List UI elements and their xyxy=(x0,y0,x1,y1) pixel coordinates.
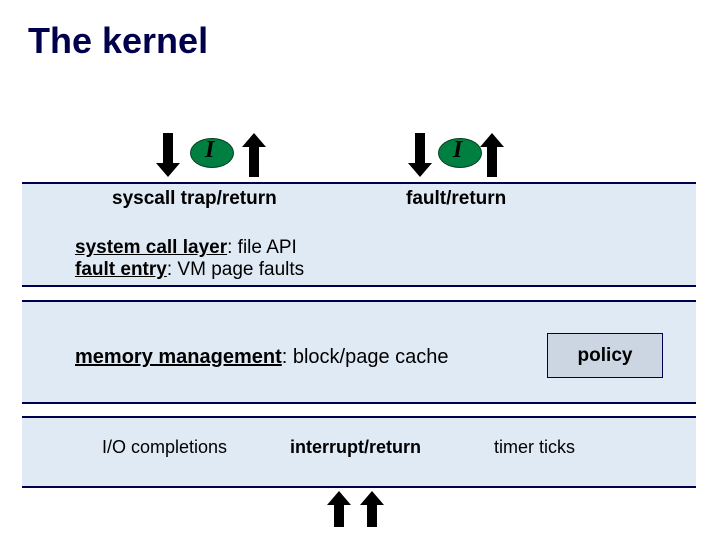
interrupt-arrow-up-1 xyxy=(327,491,351,527)
fault-entry-rest: : VM page faults xyxy=(167,259,304,280)
syscall-trap-arrow-down xyxy=(156,133,180,177)
fault-arrow-down xyxy=(408,133,432,177)
io-completions-label: I/O completions xyxy=(102,437,227,458)
ellipse-glyph-left: I xyxy=(205,137,214,164)
ellipse-glyph-right: I xyxy=(453,137,462,164)
interrupt-arrow-up-2 xyxy=(360,491,384,527)
system-call-layer-line: system call layer: file API xyxy=(75,237,297,259)
fault-return-label: fault/return xyxy=(406,188,506,210)
memory-management-prefix: memory management xyxy=(75,346,282,368)
memory-management-rest: : block/page cache xyxy=(282,346,449,368)
memory-management-line: memory management: block/page cache xyxy=(75,346,449,369)
syscall-trap-return-label: syscall trap/return xyxy=(112,188,277,210)
system-call-layer-prefix: system call layer xyxy=(75,237,227,258)
slide-title: The kernel xyxy=(28,20,208,62)
fault-entry-line: fault entry: VM page faults xyxy=(75,259,304,281)
system-call-layer-rest: : file API xyxy=(227,237,297,258)
policy-label: policy xyxy=(578,345,633,367)
interrupt-return-label: interrupt/return xyxy=(290,437,421,458)
timer-ticks-label: timer ticks xyxy=(494,437,575,458)
fault-return-arrow-up xyxy=(480,133,504,177)
policy-box: policy xyxy=(547,333,663,378)
fault-entry-prefix: fault entry xyxy=(75,259,167,280)
syscall-return-arrow-up xyxy=(242,133,266,177)
